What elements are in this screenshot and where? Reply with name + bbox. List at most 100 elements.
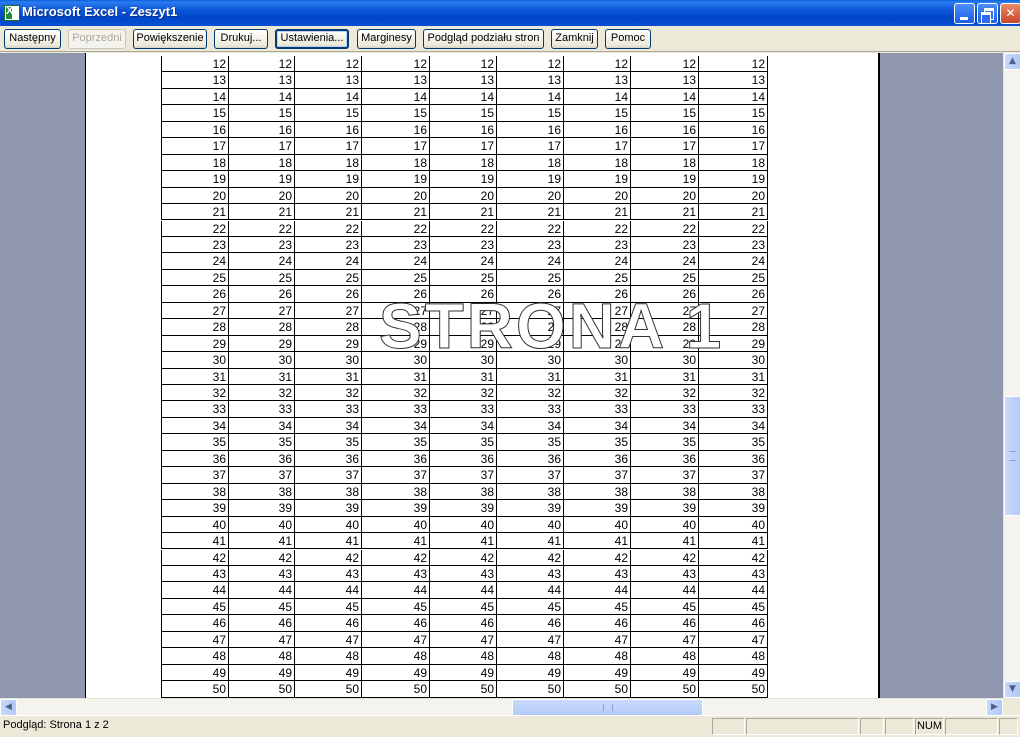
table-row: 44 44 44 44 44 44 44 44 44 [161, 582, 768, 599]
table-cell: 40 [631, 516, 699, 533]
table-cell: 34 [161, 417, 229, 434]
table-cell: 42 [429, 549, 497, 566]
setup-button[interactable]: Ustawienia... [275, 29, 349, 49]
table-row: 39 39 39 39 39 39 39 39 39 [161, 500, 768, 517]
table-cell: 48 [564, 648, 631, 665]
horizontal-scrollbar[interactable]: ◀ ▶ [0, 698, 1003, 716]
next-button[interactable]: Następny [4, 29, 61, 49]
table-cell: 25 [295, 269, 362, 286]
table-cell: 13 [564, 72, 631, 89]
table-cell: 25 [497, 269, 564, 286]
table-cell: 22 [161, 220, 229, 237]
table-cell: 30 [362, 352, 430, 369]
table-row: 25 25 25 25 25 25 25 25 25 [161, 269, 768, 287]
table-cell: 47 [564, 631, 631, 648]
table-cell: 37 [228, 467, 295, 484]
table-cell: 30 [564, 352, 631, 369]
close-window-button[interactable] [1000, 3, 1020, 24]
table-cell: 43 [699, 565, 768, 582]
table-cell: 49 [699, 664, 768, 681]
scroll-down-button[interactable]: ▼ [1004, 681, 1020, 698]
table-cell: 37 [497, 467, 564, 484]
table-cell: 41 [228, 533, 295, 550]
table-cell: 44 [564, 582, 631, 599]
table-cell: 27 [429, 302, 497, 319]
table-cell: 14 [362, 88, 430, 105]
table-cell: 34 [631, 417, 699, 434]
table-cell: 49 [295, 664, 362, 681]
scroll-left-button[interactable]: ◀ [0, 699, 17, 716]
close-preview-button[interactable]: Zamknij [551, 29, 598, 49]
table-row: 30 30 30 30 30 30 30 30 30 [161, 352, 768, 369]
num-lock-indicator: NUM [915, 718, 944, 735]
table-cell: 46 [161, 615, 229, 632]
table-cell: 18 [295, 154, 362, 171]
table-row: 38 38 38 38 38 38 38 38 38 [161, 483, 768, 501]
table-cell: 33 [699, 401, 768, 418]
table-row: 17 17 17 17 17 17 17 17 17 [161, 138, 768, 155]
table-cell: 19 [362, 171, 430, 188]
table-cell: 15 [631, 105, 699, 122]
table-cell: 44 [161, 582, 229, 599]
table-cell: 47 [161, 631, 229, 648]
scroll-right-button[interactable]: ▶ [986, 699, 1003, 716]
status-panel [860, 718, 884, 735]
table-cell: 19 [564, 171, 631, 188]
horizontal-scroll-thumb[interactable] [512, 699, 703, 716]
table-row: 42 42 42 42 42 42 42 42 42 [161, 549, 768, 566]
table-cell: 47 [497, 631, 564, 648]
minimize-button[interactable] [954, 3, 975, 24]
table-cell: 47 [295, 631, 362, 648]
table-cell: 17 [161, 138, 229, 155]
page-sheet[interactable]: 12 12 12 12 12 12 12 12 12 13 13 13 13 13 13 13 13 13 14 14… [85, 53, 880, 698]
vertical-scrollbar[interactable]: ▲ ▼ [1003, 53, 1020, 698]
title-bar[interactable]: Microsoft Excel - Zeszyt1 [0, 0, 1020, 26]
table-cell: 41 [362, 533, 430, 550]
table-cell: 50 [429, 681, 497, 698]
table-cell: 31 [161, 368, 229, 385]
table-row: 43 43 43 43 43 43 43 43 43 [161, 565, 768, 583]
table-cell: 24 [295, 253, 362, 270]
table-cell: 27 [161, 302, 229, 319]
table-cell: 41 [699, 533, 768, 550]
table-cell: 12 [429, 56, 497, 72]
table-cell: 33 [631, 401, 699, 418]
table-cell: 12 [699, 56, 768, 72]
table-cell: 24 [429, 253, 497, 270]
table-cell: 27 [362, 302, 430, 319]
table-cell: 50 [699, 681, 768, 698]
table-cell: 43 [497, 565, 564, 582]
table-cell: 23 [228, 236, 295, 253]
table-cell: 44 [295, 582, 362, 599]
table-cell: 29 [699, 335, 768, 352]
table-cell: 16 [631, 121, 699, 138]
table-cell: 20 [228, 187, 295, 204]
zoom-button[interactable]: Powiększenie [133, 29, 207, 49]
table-cell: 39 [429, 500, 497, 517]
table-cell: 31 [429, 368, 497, 385]
table-cell: 20 [631, 187, 699, 204]
table-cell: 28 [564, 319, 631, 336]
table-cell: 42 [161, 549, 229, 566]
print-preview-area[interactable]: 12 12 12 12 12 12 12 12 12 13 13 13 13 13 13 13 13 13 14 14… [0, 53, 1003, 698]
page-break-preview-button[interactable]: Podgląd podziału stron [423, 29, 544, 49]
table-cell: 37 [362, 467, 430, 484]
scroll-up-button[interactable]: ▲ [1004, 53, 1020, 70]
margins-button[interactable]: Marginesy [357, 29, 416, 49]
excel-app-icon[interactable] [4, 5, 20, 21]
table-cell: 26 [161, 286, 229, 303]
table-cell: 28 [228, 319, 295, 336]
restore-button[interactable] [977, 3, 998, 24]
table-cell: 28 [631, 319, 699, 336]
table-cell: 16 [497, 121, 564, 138]
table-row: 27 27 27 27 27 27 27 27 27 [161, 302, 768, 320]
table-cell: 14 [699, 88, 768, 105]
print-button[interactable]: Drukuj... [214, 29, 268, 49]
table-cell: 46 [295, 615, 362, 632]
vertical-scroll-thumb[interactable] [1004, 396, 1020, 516]
table-cell: 40 [497, 516, 564, 533]
table-cell: 37 [631, 467, 699, 484]
table-cell: 17 [362, 138, 430, 155]
table-cell: 17 [228, 138, 295, 155]
help-button[interactable]: Pomoc [605, 29, 651, 49]
